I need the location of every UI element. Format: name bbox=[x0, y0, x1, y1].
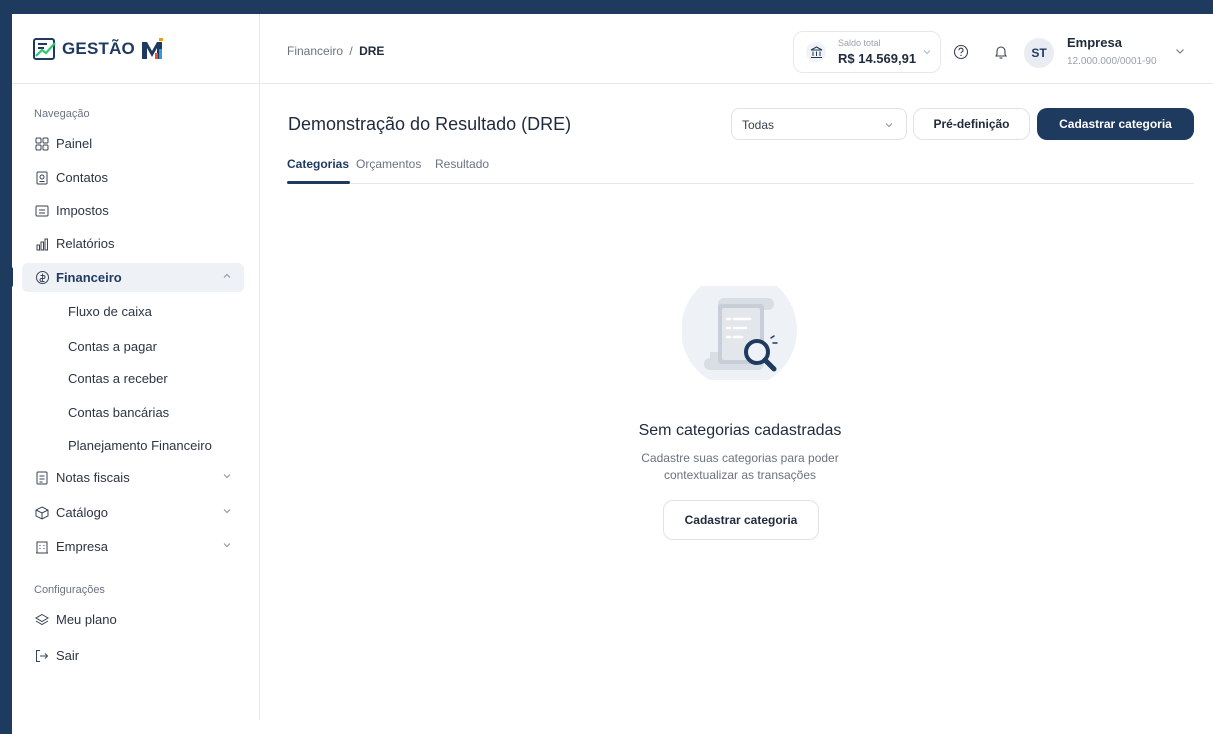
top-bar: Financeiro / DRE Saldo total R$ 14.569,9… bbox=[261, 14, 1213, 84]
coins-icon bbox=[34, 270, 50, 286]
sidebar-item-meu-plano[interactable]: Meu plano bbox=[22, 605, 244, 634]
nav-section-label: Navegação bbox=[34, 108, 90, 120]
building-icon bbox=[34, 539, 50, 555]
sidebar-item-impostos[interactable]: Impostos bbox=[22, 196, 244, 225]
sidebar-item-relatorios[interactable]: Relatórios bbox=[22, 229, 244, 258]
sidebar-item-catalogo[interactable]: Catálogo bbox=[22, 498, 244, 527]
sidebar-subitem-contas-a-pagar[interactable]: Contas a pagar bbox=[68, 339, 157, 354]
breadcrumb-parent[interactable]: Financeiro bbox=[287, 44, 343, 58]
filter-select[interactable]: Todas bbox=[731, 108, 907, 140]
bank-icon bbox=[806, 42, 826, 62]
chevron-down-icon bbox=[923, 50, 931, 55]
app-logo[interactable]: GESTÃO bbox=[12, 14, 259, 84]
chevron-down-icon[interactable] bbox=[222, 506, 232, 516]
empty-state-register-button[interactable]: Cadastrar categoria bbox=[663, 500, 819, 540]
chevron-down-icon[interactable] bbox=[1174, 45, 1186, 57]
sidebar-subitem-contas-bancarias[interactable]: Contas bancárias bbox=[68, 405, 169, 420]
logo-chart-icon bbox=[33, 37, 56, 60]
logout-icon bbox=[34, 648, 50, 664]
breadcrumb-separator: / bbox=[349, 44, 353, 58]
sidebar-item-label: Painel bbox=[56, 136, 93, 151]
balance-label: Saldo total bbox=[838, 38, 881, 48]
sidebar-subitem-fluxo-de-caixa[interactable]: Fluxo de caixa bbox=[68, 304, 152, 319]
receipt-icon bbox=[34, 203, 50, 219]
sidebar-item-notas-fiscais[interactable]: Notas fiscais bbox=[22, 463, 244, 492]
empty-state-description: Cadastre suas categorias para poder cont… bbox=[590, 450, 890, 484]
chevron-down-icon[interactable] bbox=[222, 471, 232, 481]
sidebar: GESTÃO Navegação Painel Contatos Imposto… bbox=[10, 14, 260, 720]
chevron-down-icon[interactable] bbox=[222, 540, 232, 550]
logo-text: GESTÃO bbox=[62, 38, 135, 58]
empty-state-description-line: contextualizar as transações bbox=[663, 468, 817, 482]
bell-icon[interactable] bbox=[992, 43, 1010, 61]
sidebar-subitem-planejamento-financeiro[interactable]: Planejamento Financeiro bbox=[68, 438, 212, 453]
register-category-button[interactable]: Cadastrar categoria bbox=[1037, 108, 1194, 140]
sidebar-item-painel[interactable]: Painel bbox=[22, 129, 244, 158]
active-indicator bbox=[10, 267, 13, 287]
sidebar-item-sair[interactable]: Sair bbox=[22, 641, 244, 670]
sidebar-item-label: Empresa bbox=[56, 539, 109, 554]
sidebar-subitem-contas-a-receber[interactable]: Contas a receber bbox=[68, 371, 168, 386]
empty-state-description-line: Cadastre suas categorias para poder bbox=[641, 451, 839, 465]
sidebar-item-label: Meu plano bbox=[56, 612, 117, 627]
window-left-border bbox=[0, 14, 12, 734]
bar-chart-icon bbox=[34, 236, 50, 252]
sidebar-item-label: Catálogo bbox=[56, 505, 109, 520]
layers-icon bbox=[34, 612, 50, 628]
breadcrumb: Financeiro / DRE bbox=[287, 44, 384, 58]
sidebar-item-label: Financeiro bbox=[56, 270, 122, 285]
avatar[interactable]: ST bbox=[1024, 38, 1054, 68]
active-tab-indicator bbox=[287, 181, 350, 184]
sidebar-item-financeiro[interactable]: Financeiro bbox=[10, 263, 244, 292]
tab-categorias[interactable]: Categorias bbox=[287, 157, 349, 171]
sidebar-item-label: Contatos bbox=[56, 170, 109, 185]
chevron-down-icon bbox=[885, 123, 893, 128]
sidebar-item-empresa[interactable]: Empresa bbox=[22, 532, 244, 561]
balance-selector[interactable]: Saldo total R$ 14.569,91 bbox=[793, 31, 941, 73]
chevron-up-icon[interactable] bbox=[222, 271, 232, 281]
company-name[interactable]: Empresa bbox=[1067, 35, 1122, 50]
tab-resultado[interactable]: Resultado bbox=[435, 157, 489, 171]
config-section-label: Configurações bbox=[34, 584, 105, 596]
mei-logo-mark bbox=[142, 37, 163, 59]
empty-document-search-icon bbox=[682, 286, 797, 380]
help-icon[interactable] bbox=[952, 43, 970, 61]
sidebar-item-contatos[interactable]: Contatos bbox=[22, 163, 244, 192]
sidebar-item-label: Impostos bbox=[56, 203, 109, 218]
predefinition-button[interactable]: Pré-definição bbox=[913, 108, 1030, 140]
company-cnpj: 12.000.000/0001-90 bbox=[1067, 56, 1157, 67]
tabs-divider bbox=[288, 183, 1194, 184]
sidebar-item-label: Notas fiscais bbox=[56, 470, 130, 485]
page-title: Demonstração do Resultado (DRE) bbox=[288, 114, 572, 134]
grid-icon bbox=[34, 136, 50, 152]
invoice-icon bbox=[34, 470, 50, 486]
sidebar-item-label: Sair bbox=[56, 648, 80, 663]
filter-select-value: Todas bbox=[742, 118, 775, 132]
empty-state-title: Sem categorias cadastradas bbox=[638, 422, 842, 439]
window-top-border bbox=[0, 0, 1213, 14]
contact-card-icon bbox=[34, 170, 50, 186]
sidebar-item-label: Relatórios bbox=[56, 236, 115, 251]
breadcrumb-current: DRE bbox=[359, 44, 385, 58]
balance-value: R$ 14.569,91 bbox=[838, 51, 917, 66]
box-icon bbox=[34, 505, 50, 521]
tab-orcamentos[interactable]: Orçamentos bbox=[356, 157, 421, 171]
